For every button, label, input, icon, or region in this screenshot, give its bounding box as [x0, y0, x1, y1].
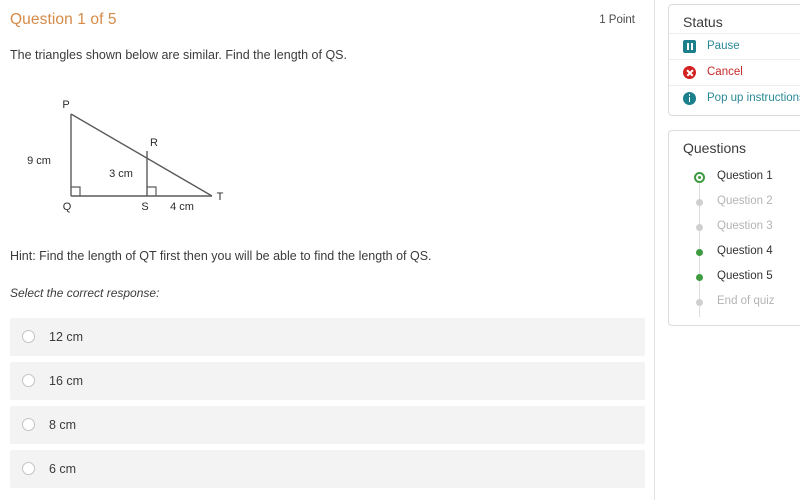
questions-card-title: Questions [683, 140, 747, 156]
vertex-label-p: P [62, 99, 69, 111]
vertex-label-r: R [150, 137, 158, 149]
status-item-pop-up-instructions[interactable]: Pop up instructions [669, 85, 800, 112]
timeline-item-end-of-quiz[interactable]: End of quiz [669, 290, 800, 315]
timeline-item-label: End of quiz [717, 295, 775, 307]
timeline-dot-icon [696, 224, 703, 231]
timeline-dot-icon [696, 299, 703, 306]
answer-option[interactable]: 16 cm [10, 362, 645, 400]
timeline-item-question-1[interactable]: Question 1 [669, 165, 800, 190]
answer-radio-button[interactable] [22, 462, 35, 475]
timeline-dot-icon [696, 274, 703, 281]
answer-option-label: 12 cm [49, 330, 84, 344]
vertex-label-q: Q [63, 201, 72, 213]
triangle-svg: P Q R S T 9 cm 3 cm 4 cm [27, 99, 224, 213]
answer-radio-button[interactable] [22, 330, 35, 343]
timeline-item-label: Question 2 [717, 195, 773, 207]
measure-label-pq: 9 cm [27, 155, 51, 167]
answer-option-label: 6 cm [49, 462, 77, 476]
questions-timeline: Question 1 Question 2 Question 3 Question 4… [669, 165, 800, 317]
pause-icon[interactable] [683, 40, 696, 53]
timeline-item-label: Question 5 [717, 270, 773, 282]
status-item-label: Pop up instructions [707, 92, 800, 104]
timeline-dot-icon [696, 249, 703, 256]
answer-radio-button[interactable] [22, 418, 35, 431]
timeline-item-question-2[interactable]: Question 2 [669, 190, 800, 215]
question-counter: Question 1 of 5 [10, 11, 117, 28]
timeline-item-label: Question 4 [717, 245, 773, 257]
timeline-item-question-3[interactable]: Question 3 [669, 215, 800, 240]
timeline-item-label: Question 3 [717, 220, 773, 232]
status-card-title: Status [683, 14, 723, 30]
measure-label-rs: 3 cm [109, 168, 133, 180]
status-card: Status Pause Cancel Pop up instructions [668, 4, 800, 116]
question-panel: Question 1 of 5 1 Point The triangles sh… [0, 0, 655, 500]
measure-label-st: 4 cm [170, 201, 194, 213]
timeline-dot-icon [694, 172, 705, 183]
question-points: 1 Point [599, 14, 635, 26]
select-response-prompt: Select the correct response: [10, 286, 160, 300]
answer-option[interactable]: 6 cm [10, 450, 645, 488]
timeline-item-question-4[interactable]: Question 4 [669, 240, 800, 265]
answer-option[interactable]: 12 cm [10, 318, 645, 356]
question-header: Question 1 of 5 1 Point [10, 11, 645, 33]
timeline-item-label: Question 1 [717, 170, 773, 182]
answer-option[interactable]: 8 cm [10, 406, 645, 444]
status-item-label: Pause [707, 40, 740, 52]
vertex-label-s: S [141, 201, 148, 213]
sidebar: Status Pause Cancel Pop up instructions Qu… [656, 0, 800, 500]
answer-option-label: 16 cm [49, 374, 84, 388]
question-text: The triangles shown below are similar. F… [10, 48, 347, 62]
vertex-label-t: T [217, 191, 224, 203]
question-hint: Hint: Find the length of QT first then y… [10, 249, 432, 263]
questions-card: Questions Question 1 Question 2 Question 3… [668, 130, 800, 326]
timeline-item-question-5[interactable]: Question 5 [669, 265, 800, 290]
answer-option-label: 8 cm [49, 418, 77, 432]
status-item-pause[interactable]: Pause [669, 33, 800, 60]
quiz-page: Question 1 of 5 1 Point The triangles sh… [0, 0, 800, 500]
status-item-label: Cancel [707, 66, 743, 78]
info-icon[interactable] [683, 92, 696, 105]
answer-radio-button[interactable] [22, 374, 35, 387]
status-item-cancel[interactable]: Cancel [669, 59, 800, 86]
triangle-diagram: P Q R S T 9 cm 3 cm 4 cm [10, 92, 280, 232]
timeline-dot-icon [696, 199, 703, 206]
cancel-icon[interactable] [683, 66, 696, 79]
answer-options-list: 12 cm 16 cm 8 cm 6 cm [10, 318, 645, 494]
